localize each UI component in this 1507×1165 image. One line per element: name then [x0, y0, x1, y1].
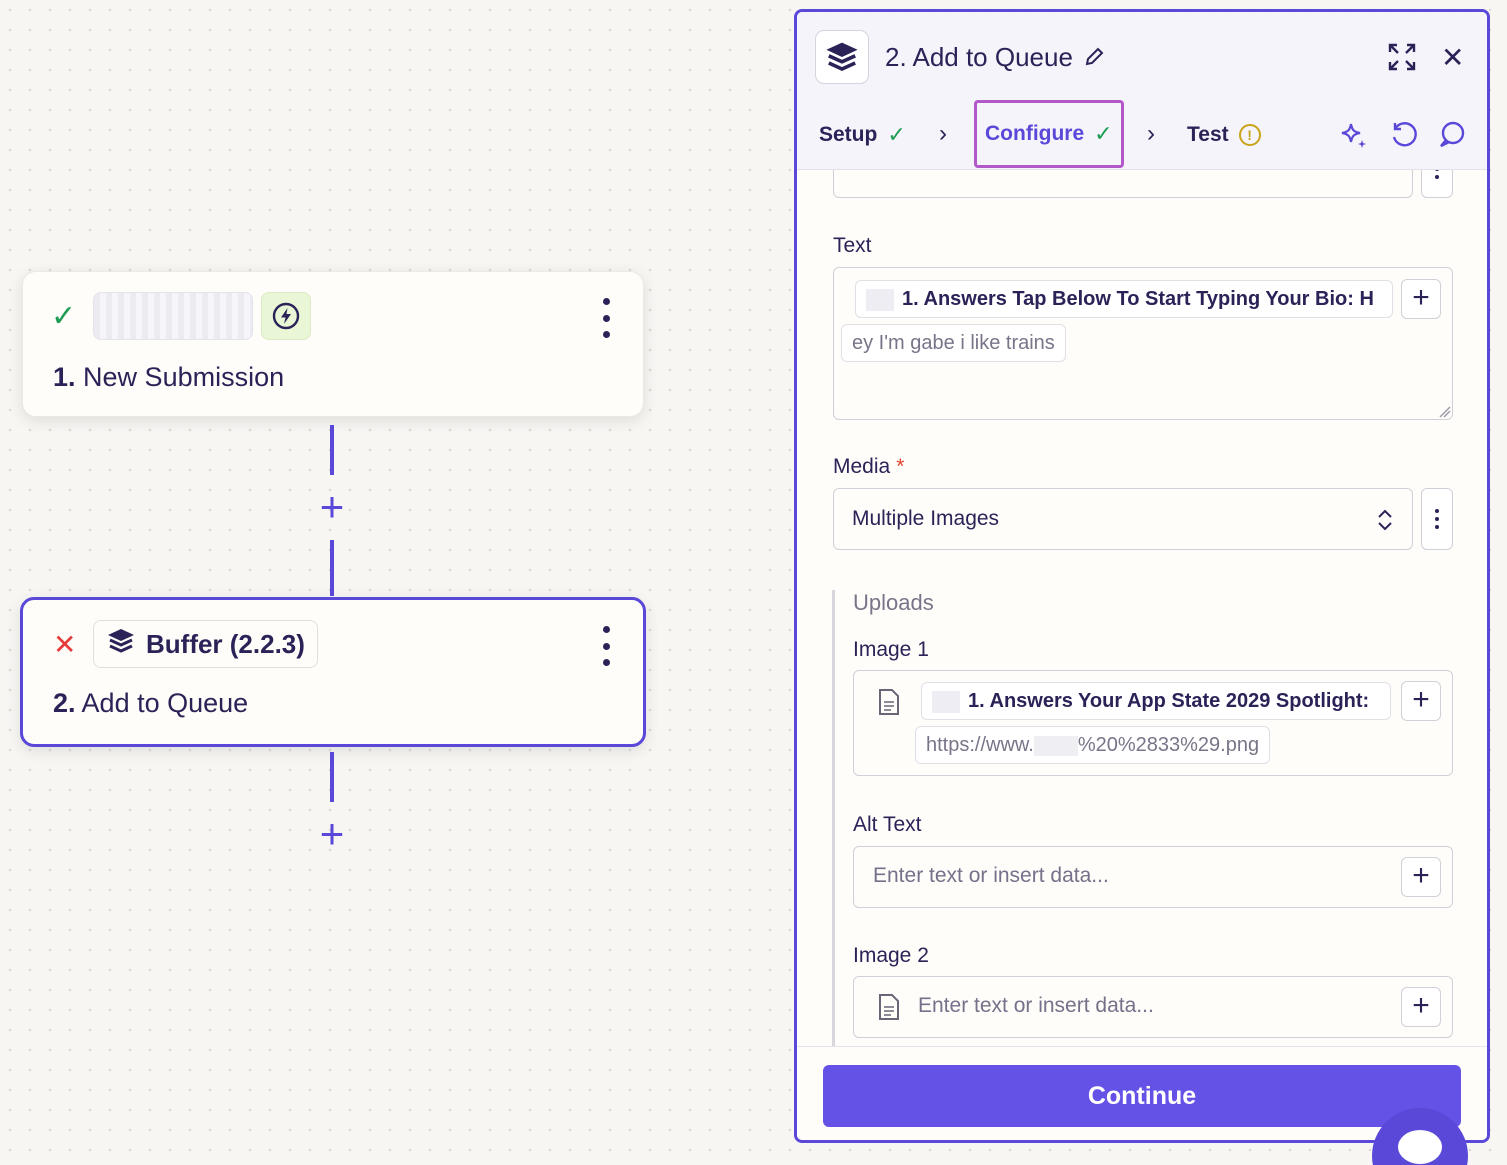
mapped-data-pill[interactable]: 1. Answers Your App State 2029 Spotlight…	[921, 682, 1391, 720]
continue-button[interactable]: Continue	[823, 1065, 1461, 1127]
step-tabs: Setup ✓ › Configure ✓ › Test !	[797, 100, 1487, 170]
redacted-app-chip	[93, 292, 253, 340]
resize-handle-icon[interactable]	[1439, 406, 1451, 418]
configure-form: Text 1. Answers Tap Below To Start Typin…	[797, 170, 1487, 1046]
sparkle-ai-icon[interactable]	[1339, 120, 1369, 155]
image2-label: Image 2	[853, 944, 929, 967]
image-url-pill[interactable]: https://www. %20%2833%29.png	[915, 726, 1271, 764]
uploads-group-label: Uploads	[853, 590, 934, 615]
field-options-icon[interactable]	[1421, 488, 1453, 550]
add-step-button[interactable]: +	[316, 813, 348, 855]
tab-label: Setup	[819, 123, 878, 146]
insert-data-button[interactable]: +	[1401, 279, 1441, 319]
connector-line	[330, 752, 334, 802]
app-chip-buffer: Buffer (2.2.3)	[93, 620, 318, 668]
chevron-right-icon: ›	[1147, 120, 1155, 147]
buffer-logo-icon	[815, 30, 869, 84]
insert-data-button[interactable]: +	[1401, 857, 1441, 897]
buffer-logo-icon	[106, 626, 136, 663]
comment-icon[interactable]	[1437, 120, 1467, 155]
app-label: Buffer (2.2.3)	[146, 628, 305, 659]
insert-data-button[interactable]: +	[1401, 987, 1441, 1027]
media-label: Media *	[833, 455, 905, 478]
file-icon	[879, 994, 899, 1020]
step-editor-panel: 2. Add to Queue ✕ Setup ✓ › Configure ✓ …	[794, 9, 1490, 1143]
media-select[interactable]: Multiple Images	[833, 488, 1413, 550]
step-menu-icon[interactable]	[599, 298, 613, 338]
error-x-icon: ✕	[53, 629, 77, 660]
media-select-value: Multiple Images	[852, 507, 1000, 530]
tab-test[interactable]: Test !	[1187, 100, 1261, 170]
refresh-icon[interactable]	[1389, 120, 1419, 155]
field-options-icon[interactable]	[1421, 170, 1453, 198]
alt-text-label: Alt Text	[853, 813, 922, 836]
step-title: 2. Add to Queue	[53, 688, 249, 718]
add-step-button[interactable]: +	[316, 486, 348, 528]
workflow-canvas: ✓ 1. New Submission + ✕ Buffer (2.2.3) 2…	[0, 0, 790, 1165]
image2-placeholder: Enter text or insert data...	[918, 994, 1154, 1017]
tab-setup[interactable]: Setup ✓	[819, 100, 906, 170]
panel-header: 2. Add to Queue ✕	[797, 12, 1487, 100]
close-icon[interactable]: ✕	[1441, 44, 1464, 72]
panel-title: 2. Add to Queue	[885, 42, 1073, 72]
group-divider	[832, 590, 835, 1046]
step-title: 1. New Submission	[53, 362, 285, 392]
alt-text-placeholder: Enter text or insert data...	[873, 864, 1109, 887]
chevron-up-down-icon	[1378, 509, 1392, 531]
insert-data-button[interactable]: +	[1401, 681, 1441, 721]
mapped-data-pill[interactable]: 1. Answers Tap Below To Start Typing You…	[855, 280, 1393, 318]
success-check-icon: ✓	[51, 300, 77, 333]
tab-configure[interactable]: Configure ✓	[974, 100, 1124, 168]
edit-pencil-icon[interactable]	[1083, 46, 1105, 73]
connector-line	[330, 540, 334, 596]
trigger-lightning-icon	[261, 292, 311, 340]
step-menu-icon[interactable]	[599, 626, 613, 666]
connector-line	[330, 425, 334, 475]
warning-icon: !	[1238, 124, 1261, 146]
expand-icon[interactable]	[1387, 42, 1417, 77]
file-icon	[879, 689, 899, 715]
check-icon: ✓	[1094, 121, 1113, 146]
chevron-right-icon: ›	[939, 120, 947, 147]
step-card-new-submission[interactable]: ✓ 1. New Submission	[22, 271, 644, 417]
check-icon: ✓	[887, 122, 906, 147]
tab-label: Test	[1187, 123, 1229, 146]
step-card-add-to-queue[interactable]: ✕ Buffer (2.2.3) 2. Add to Queue	[20, 597, 646, 747]
text-label: Text	[833, 234, 872, 257]
previous-select-field[interactable]	[833, 170, 1413, 198]
mapped-data-pill-continued[interactable]: ey I'm gabe i like trains	[841, 324, 1066, 362]
tab-label: Configure	[985, 122, 1085, 145]
image1-label: Image 1	[853, 638, 929, 661]
